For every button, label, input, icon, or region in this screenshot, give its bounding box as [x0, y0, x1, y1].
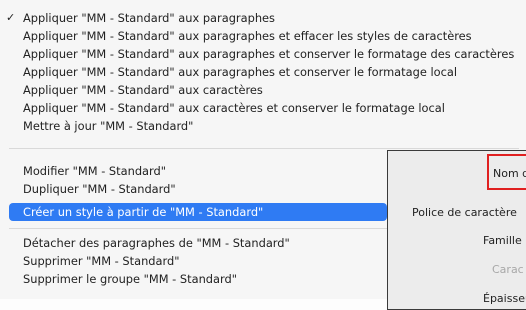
font-style-label: Carac: [492, 263, 524, 276]
section-font-heading: Police de caractère: [412, 206, 517, 219]
menu-item-update-style[interactable]: Mettre à jour "MM - Standard": [0, 117, 526, 135]
style-name-label: Nom de: [493, 167, 526, 180]
menu-item-apply-paragraphs-clear-char-styles[interactable]: Appliquer "MM - Standard" aux paragraphe…: [0, 27, 526, 45]
menu-item-apply-characters[interactable]: Appliquer "MM - Standard" aux caractères: [0, 81, 526, 99]
style-dialog: Nom de Police de caractère Famille Carac…: [387, 150, 526, 310]
checkmark-icon: ✓: [6, 11, 16, 24]
menu-item-apply-paragraphs-keep-local-format[interactable]: Appliquer "MM - Standard" aux paragraphe…: [0, 63, 526, 81]
menu-item-apply-characters-keep-local-format[interactable]: Appliquer "MM - Standard" aux caractères…: [0, 99, 526, 117]
menu-item-create-style-from[interactable]: Créer un style à partir de "MM - Standar…: [9, 203, 387, 221]
menu-item-apply-paragraphs-keep-char-format[interactable]: Appliquer "MM - Standard" aux paragraphe…: [0, 45, 526, 63]
font-family-label: Famille: [483, 234, 522, 247]
menu-separator: [9, 148, 519, 149]
menu-item-apply-paragraphs[interactable]: ✓ Appliquer "MM - Standard" aux paragrap…: [0, 9, 526, 27]
